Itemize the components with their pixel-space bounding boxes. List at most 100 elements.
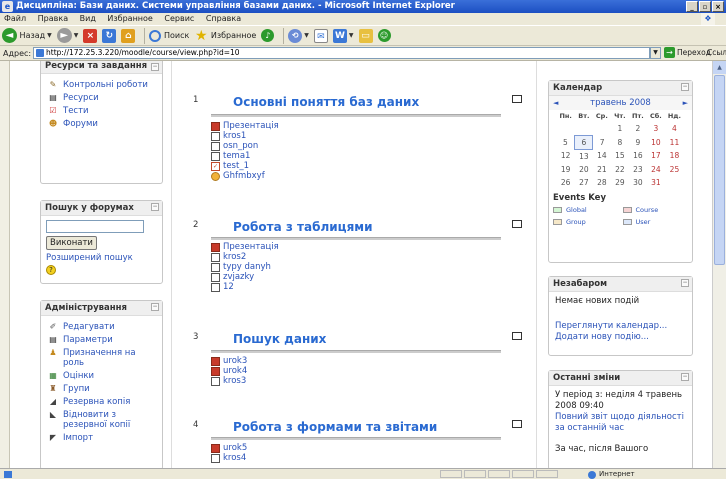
collapse-toggle-icon[interactable]: −: [151, 303, 159, 311]
collapse-toggle-icon[interactable]: −: [151, 63, 159, 71]
stop-button[interactable]: ×: [83, 28, 98, 43]
calendar-day[interactable]: 15: [611, 149, 629, 163]
calendar-day[interactable]: 11: [665, 135, 684, 149]
event-global-toggle[interactable]: Global: [553, 206, 623, 214]
goto-calendar-link[interactable]: Переглянути календар...: [555, 321, 686, 332]
menu-help[interactable]: Справка: [206, 14, 241, 23]
calendar-day[interactable]: 13: [575, 149, 593, 163]
sidebar-item-assignments[interactable]: ✎ Контрольні роботи: [47, 80, 156, 90]
messenger-button[interactable]: ☺: [377, 29, 391, 42]
list-item[interactable]: Презентація: [211, 121, 279, 131]
favorites-button[interactable]: ★ Избранное: [194, 29, 256, 43]
history-button[interactable]: ⟲ ▼: [288, 28, 309, 43]
advanced-search-link[interactable]: Розширений пошук: [46, 253, 157, 263]
list-item[interactable]: kros2: [211, 252, 279, 262]
sidebar-item-forums[interactable]: ☻ Форуми: [47, 119, 156, 129]
list-item[interactable]: Ghfmbxyf: [211, 171, 279, 181]
list-item[interactable]: kros1: [211, 131, 279, 141]
list-item[interactable]: typy danyh: [211, 262, 279, 272]
help-icon[interactable]: ?: [46, 265, 56, 275]
vertical-scrollbar[interactable]: ▲: [712, 61, 726, 468]
next-month-button[interactable]: ►: [683, 99, 688, 107]
calendar-day[interactable]: 26: [556, 176, 574, 189]
calendar-day[interactable]: 27: [575, 176, 593, 189]
calendar-day[interactable]: 5: [556, 135, 574, 149]
list-item[interactable]: urok3: [211, 356, 247, 366]
full-report-link[interactable]: Повний звіт щодо діяльності за останній …: [555, 412, 686, 434]
calendar-day[interactable]: 12: [556, 149, 574, 163]
forum-search-submit-button[interactable]: Виконати: [46, 236, 97, 250]
sidebar-item-resources[interactable]: ▤ Ресурси: [47, 93, 156, 103]
calendar-day[interactable]: 17: [647, 149, 665, 163]
admin-item-import[interactable]: ◤ Імпорт: [47, 433, 156, 443]
list-item[interactable]: Презентація: [211, 242, 279, 252]
menu-file[interactable]: Файл: [4, 14, 26, 23]
admin-item-settings[interactable]: ▤ Параметри: [47, 335, 156, 345]
forum-search-input[interactable]: [46, 220, 144, 233]
maximize-button[interactable]: ▫: [699, 1, 711, 12]
url-field[interactable]: http://172.25.3.220/moodle/course/view.p…: [33, 47, 650, 59]
list-item[interactable]: zvjazky: [211, 272, 279, 282]
calendar-day[interactable]: 2: [629, 122, 647, 135]
search-button[interactable]: Поиск: [149, 29, 189, 42]
event-group-toggle[interactable]: Group: [553, 218, 623, 226]
calendar-day[interactable]: 29: [611, 176, 629, 189]
admin-item-edit[interactable]: ✐ Редагувати: [47, 322, 156, 332]
list-item[interactable]: urok5: [211, 443, 247, 453]
calendar-day[interactable]: 14: [593, 149, 611, 163]
menu-favorites[interactable]: Избранное: [107, 14, 152, 23]
calendar-day[interactable]: 3: [647, 122, 665, 135]
address-dropdown-button[interactable]: ▼: [650, 47, 661, 59]
admin-item-assign-roles[interactable]: ♟ Призначення на роль: [47, 348, 156, 368]
list-item[interactable]: urok4: [211, 366, 247, 376]
collapse-toggle-icon[interactable]: −: [681, 373, 689, 381]
calendar-day[interactable]: 16: [629, 149, 647, 163]
close-button[interactable]: ×: [712, 1, 724, 12]
calendar-month[interactable]: травень 2008: [590, 98, 651, 108]
forward-button[interactable]: ► ▼: [56, 28, 78, 43]
add-event-link[interactable]: Додати нову подію...: [555, 332, 686, 343]
folder-button[interactable]: ▭: [358, 28, 373, 43]
menu-edit[interactable]: Правка: [38, 14, 68, 23]
calendar-day-today[interactable]: 6: [574, 134, 594, 150]
calendar-day[interactable]: 31: [647, 176, 665, 189]
calendar-day[interactable]: 20: [575, 163, 593, 176]
highlight-toggle-icon[interactable]: [512, 332, 522, 340]
scroll-thumb[interactable]: [714, 75, 725, 265]
highlight-toggle-icon[interactable]: [512, 420, 522, 428]
calendar-day[interactable]: 21: [593, 163, 611, 176]
list-item[interactable]: kros3: [211, 376, 247, 386]
list-item[interactable]: osn_pon: [211, 141, 279, 151]
calendar-day[interactable]: 4: [665, 122, 684, 135]
home-button[interactable]: ⌂: [121, 28, 136, 43]
media-button[interactable]: ♪: [261, 29, 275, 42]
menu-tools[interactable]: Сервис: [164, 14, 194, 23]
prev-month-button[interactable]: ◄: [553, 99, 558, 107]
highlight-toggle-icon[interactable]: [512, 95, 522, 103]
minimize-button[interactable]: _: [686, 1, 698, 12]
calendar-day[interactable]: 9: [629, 135, 647, 149]
calendar-day[interactable]: 18: [665, 149, 684, 163]
collapse-toggle-icon[interactable]: −: [681, 279, 689, 287]
admin-item-restore[interactable]: ◣ Відновити з резервної копії: [47, 410, 156, 430]
calendar-day[interactable]: 19: [556, 163, 574, 176]
calendar-day[interactable]: 28: [593, 176, 611, 189]
admin-item-backup[interactable]: ◢ Резервна копія: [47, 397, 156, 407]
links-button[interactable]: Ссылки: [707, 48, 726, 57]
calendar-day[interactable]: 24: [647, 163, 665, 176]
refresh-button[interactable]: ↻: [102, 28, 117, 43]
highlight-toggle-icon[interactable]: [512, 220, 522, 228]
collapse-toggle-icon[interactable]: −: [151, 203, 159, 211]
topic-title[interactable]: Основні поняття баз даних: [233, 95, 419, 109]
list-item[interactable]: kros4: [211, 453, 247, 463]
sidebar-item-tests[interactable]: ☑ Тести: [47, 106, 156, 116]
scroll-up-button[interactable]: ▲: [713, 61, 726, 74]
topic-title[interactable]: Пошук даних: [233, 332, 326, 346]
word-button[interactable]: W ▼: [332, 28, 354, 43]
collapse-toggle-icon[interactable]: −: [681, 83, 689, 91]
calendar-day[interactable]: 23: [629, 163, 647, 176]
admin-item-groups[interactable]: ♜ Групи: [47, 384, 156, 394]
calendar-day[interactable]: 30: [629, 176, 647, 189]
event-user-toggle[interactable]: User: [622, 218, 693, 226]
calendar-day[interactable]: 10: [647, 135, 665, 149]
